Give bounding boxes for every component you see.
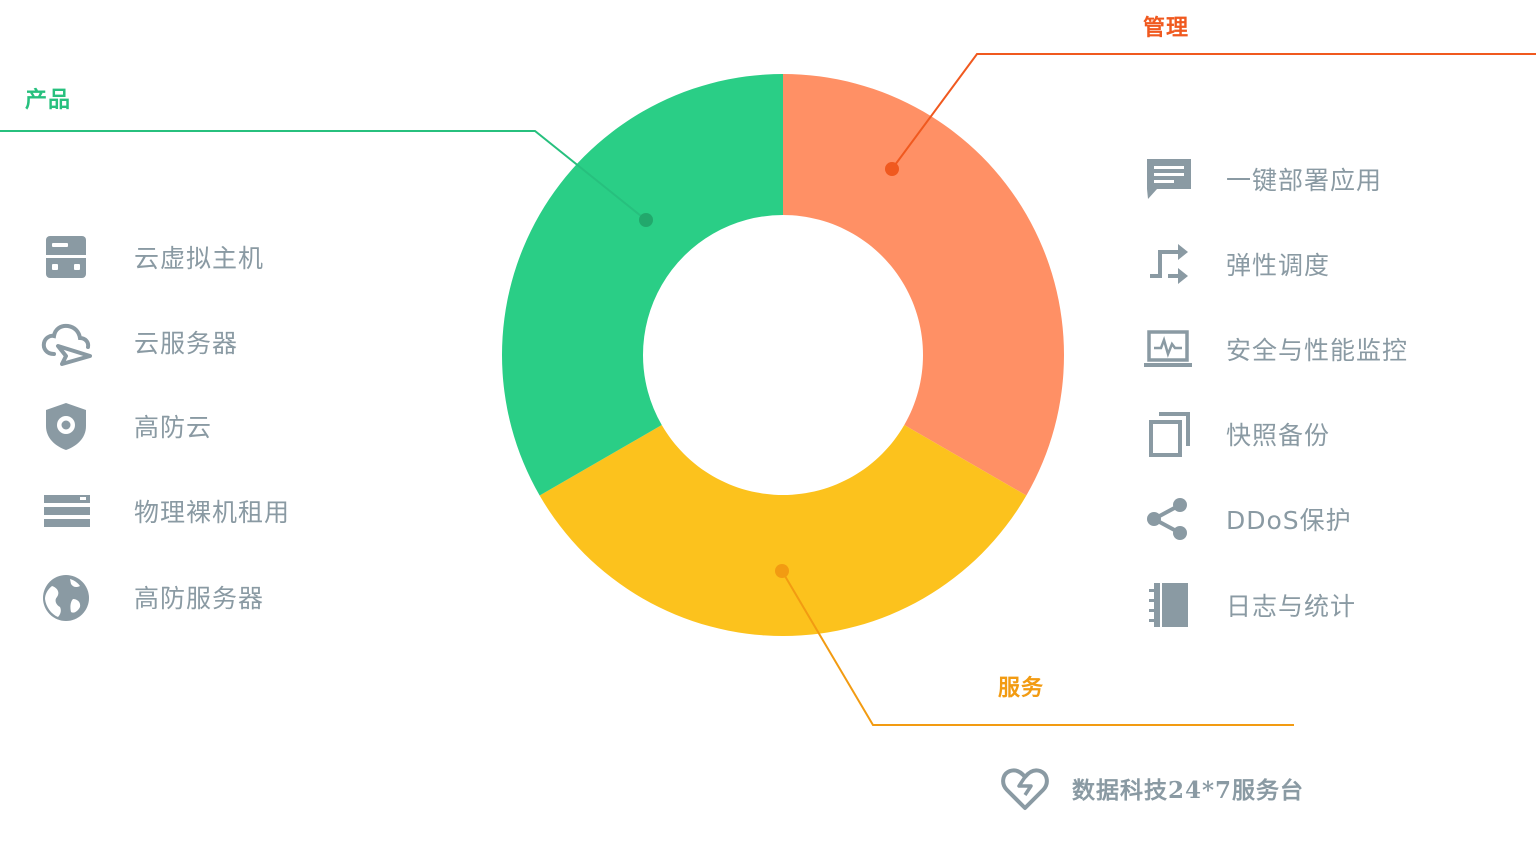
manage-leader-dot: [885, 162, 899, 176]
manage-item-label: 日志与统计: [1226, 592, 1357, 621]
product-item-label: 云虚拟主机: [134, 244, 265, 273]
notebook-icon: [1138, 577, 1198, 633]
service-item-helpdesk: 数据科技24*7服务台: [996, 758, 1304, 818]
product-item-anti-ddos-cloud: 高防云: [36, 398, 212, 454]
manage-item-label: 快照备份: [1226, 421, 1331, 450]
manage-item-security-monitoring: 安全与性能监控: [1138, 321, 1408, 377]
share-icon: [1138, 491, 1198, 547]
copy-icon: [1138, 406, 1198, 462]
shield-icon: [36, 398, 96, 454]
donut-slice-0: [783, 74, 1064, 496]
product-item-anti-ddos-server: 高防服务器: [36, 569, 264, 625]
manage-item-one-click-deploy: 一键部署应用: [1138, 151, 1382, 207]
service-item-label: 数据科技24*7服务台: [1072, 777, 1305, 804]
manage-item-label: 弹性调度: [1226, 251, 1331, 280]
rack-server-icon: [36, 483, 96, 539]
laptop-monitor-icon: [1138, 321, 1198, 377]
manage-category-label: 管理: [1143, 16, 1190, 41]
product-item-virtual-host: 云虚拟主机: [36, 229, 264, 285]
product-item-label: 物理裸机租用: [134, 498, 291, 527]
globe-icon: [36, 569, 96, 625]
manage-item-elastic-scheduling: 弹性调度: [1138, 236, 1330, 292]
server-icon: [36, 229, 96, 285]
product-item-label: 高防云: [134, 413, 213, 442]
product-item-label: 云服务器: [134, 329, 239, 358]
product-item-cloud-server: 云服务器: [36, 314, 238, 370]
product-category-label: 产品: [25, 88, 72, 113]
manage-item-logs-stats: 日志与统计: [1138, 577, 1356, 633]
manage-item-label: DDoS保护: [1226, 506, 1352, 535]
message-icon: [1138, 151, 1198, 207]
donut-slice-1: [539, 425, 1027, 636]
product-item-bare-metal: 物理裸机租用: [36, 483, 290, 539]
cloud-send-icon: [36, 314, 96, 370]
product-item-label: 高防服务器: [134, 584, 265, 613]
manage-item-snapshot-backup: 快照备份: [1138, 406, 1330, 462]
product-leader-dot: [639, 213, 653, 227]
transfer-arrows-icon: [1138, 236, 1198, 292]
service-category-label: 服务: [998, 676, 1045, 701]
manage-item-ddos-protection: DDoS保护: [1138, 491, 1352, 547]
service-leader-dot: [775, 564, 789, 578]
manage-item-label: 安全与性能监控: [1226, 336, 1409, 365]
manage-item-label: 一键部署应用: [1226, 166, 1383, 195]
heart-icon: [996, 759, 1054, 817]
